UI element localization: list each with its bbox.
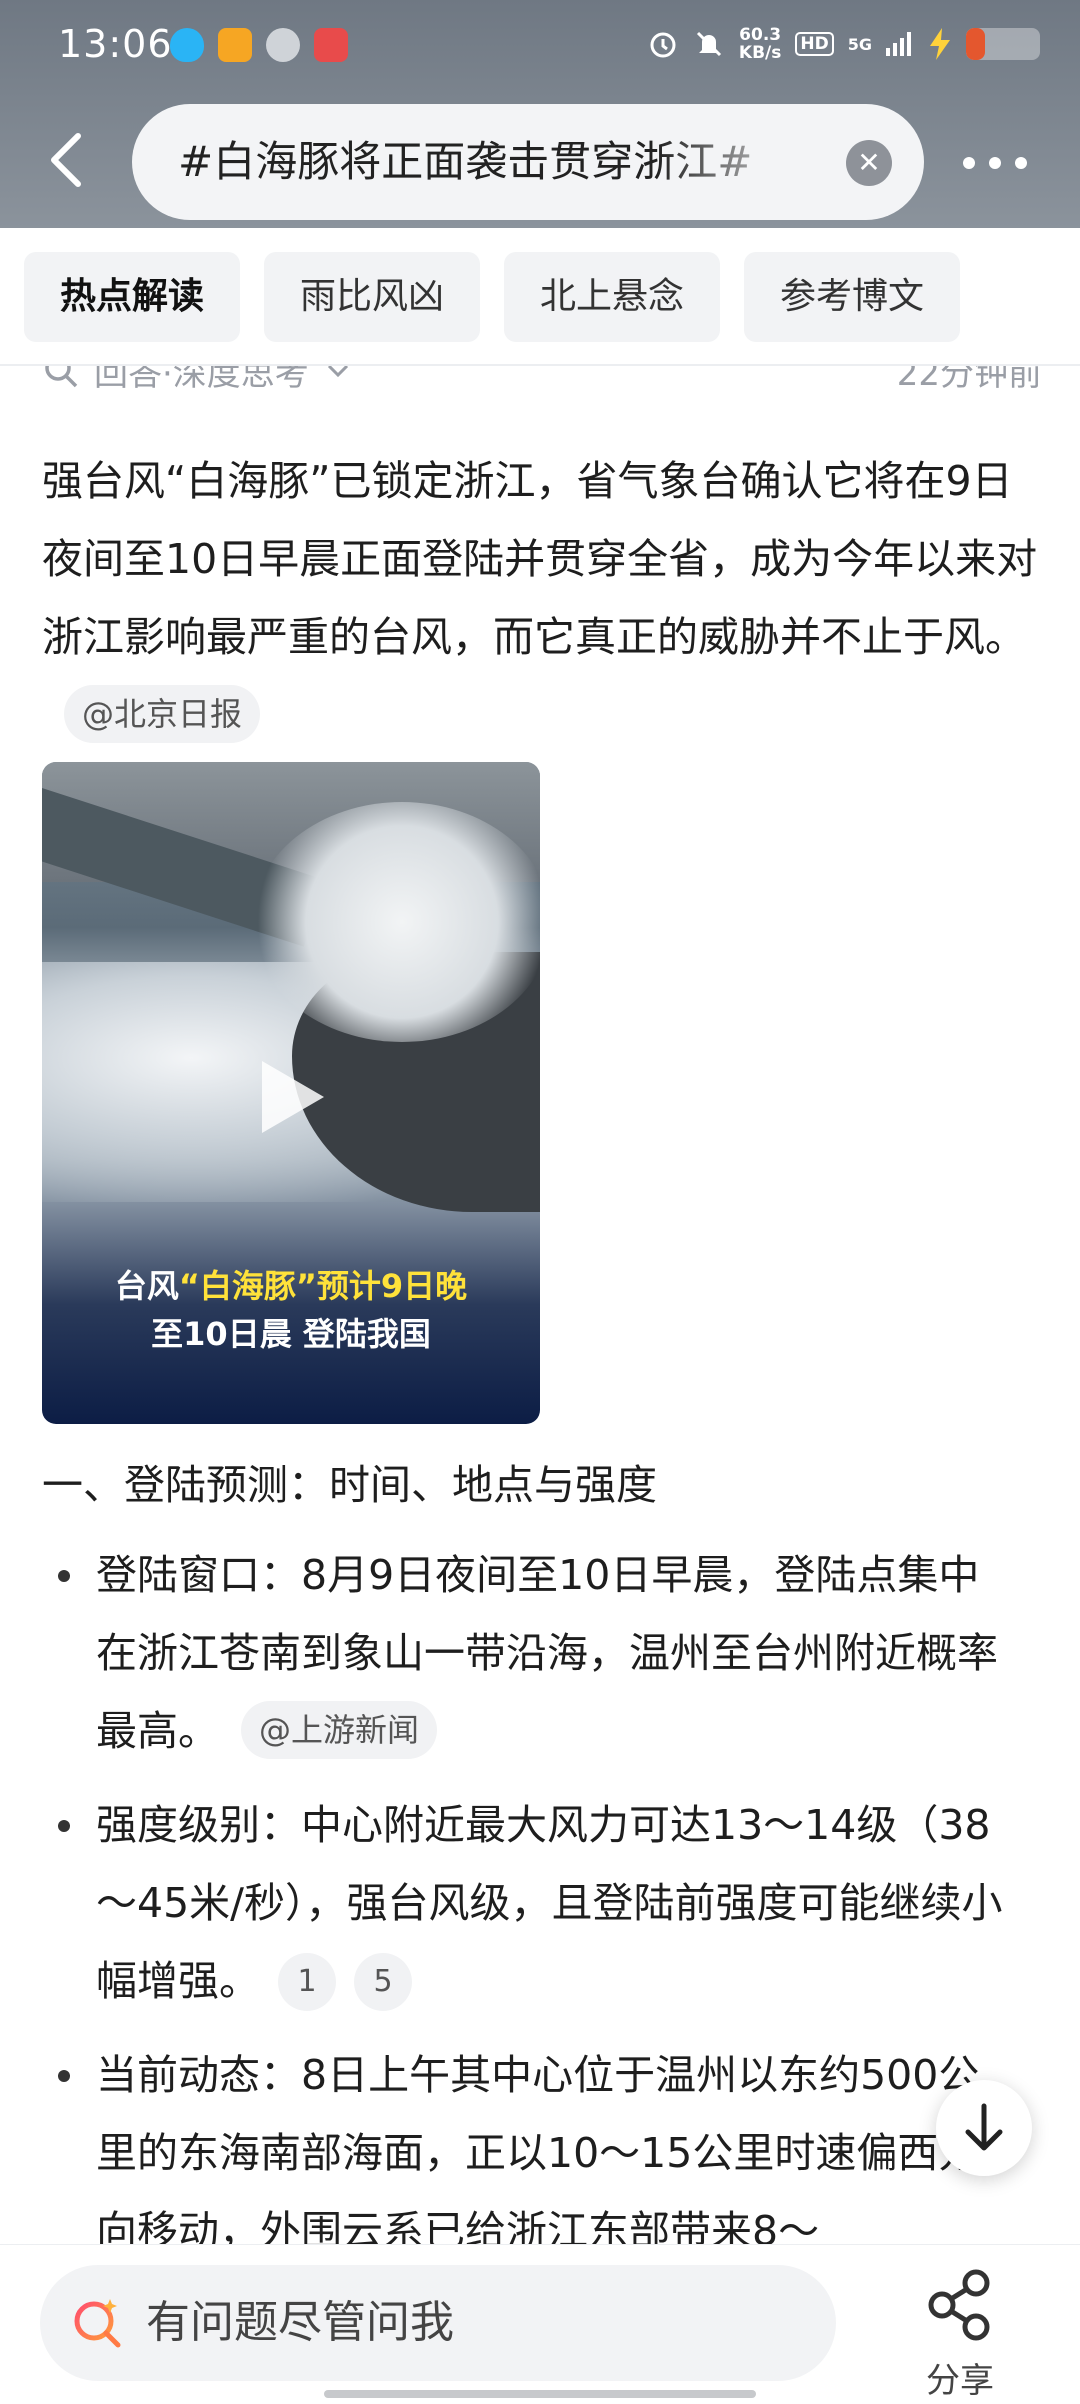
ask-input[interactable]: 有问题尽管问我 (40, 2265, 836, 2381)
network-type: 5G (847, 34, 872, 54)
ask-placeholder: 有问题尽管问我 (146, 2297, 454, 2348)
source-chip[interactable]: @北京日报 (64, 685, 261, 743)
share-label: 分享 (926, 2361, 994, 2401)
wechat-notification-icon (266, 28, 300, 62)
video-thumbnail[interactable]: 台风“白海豚”预计9日晚 至10日晨 登陆我国 (42, 762, 540, 1424)
bullet-text: 登陆窗口：8月9日夜间至10日早晨，登陆点集中在浙江苍南到象山一带沿海，温州至台… (96, 1551, 998, 1755)
qq-notification-icon (170, 28, 204, 62)
arrow-down-icon (965, 2103, 1003, 2151)
search-query[interactable]: #白海豚将正面袭击贯穿浙江# (178, 132, 818, 192)
video-caption-prefix: 台风 (114, 1267, 179, 1305)
status-time: 13:06 (58, 22, 173, 66)
reference-chip[interactable]: 1 (278, 1953, 336, 2011)
tab-hot-interpretation[interactable]: 热点解读 (24, 252, 240, 342)
list-item-text: 登陆窗口：8月9日夜间至10日早晨，登陆点集中在浙江苍南到象山一带沿海，温州至台… (96, 1536, 1018, 1770)
play-icon[interactable] (256, 1057, 328, 1137)
battery-icon (966, 28, 1040, 60)
search-box[interactable]: #白海豚将正面袭击贯穿浙江# ✕ (132, 104, 924, 220)
bullet-dot (58, 2070, 70, 2082)
tab-reference-posts[interactable]: 参考博文 (744, 252, 960, 342)
section-title: 一、登陆预测：时间、地点与强度 (42, 1461, 657, 1509)
intro-paragraph: 强台风“白海豚”已锁定浙江，省气象台确认它将在9日夜间至10日早晨正面登陆并贯穿… (42, 442, 1042, 754)
signal-icon (886, 32, 911, 56)
alarm-icon (650, 32, 676, 58)
reference-chip[interactable]: 5 (354, 1953, 412, 2011)
list-item: 当前动态：8日上午其中心位于温州以东约500公里的东海南部海面，正以10～15公… (58, 2036, 1018, 2244)
hd-badge: HD (795, 32, 834, 56)
video-caption-highlight: “白海豚”预计9日晚 (178, 1267, 468, 1305)
search-icon (45, 366, 78, 387)
chevron-down-icon (327, 366, 348, 377)
share-button[interactable]: 分享 (900, 2265, 1020, 2401)
video-scene (252, 802, 540, 1042)
bottom-bar: 有问题尽管问我 分享 (0, 2244, 1080, 2404)
answer-source-label: 回答·深度思考 (94, 366, 309, 394)
tab-rain-vs-wind[interactable]: 雨比风凶 (264, 252, 480, 342)
notification-icons (170, 28, 348, 62)
battery-level (966, 28, 985, 60)
answer-time: 22分钟前 (896, 366, 1042, 394)
bullet-text: 强度级别：中心附近最大风力可达13～14级（38～45米/秒），强台风级，且登陆… (96, 1801, 1003, 2005)
list-item-text: 强度级别：中心附近最大风力可达13～14级（38～45米/秒），强台风级，且登陆… (96, 1786, 1018, 2020)
status-right: 60.3 KB/s HD 5G (647, 26, 1040, 62)
answer-content: 回答·深度思考 22分钟前 强台风“白海豚”已锁定浙江，省气象台确认它将在9日夜… (0, 366, 1080, 2244)
source-chip[interactable]: @上游新闻 (241, 1701, 438, 1759)
bullet-dot (58, 1570, 70, 1582)
more-icon[interactable] (940, 138, 1050, 188)
home-indicator[interactable] (324, 2390, 756, 2398)
net-speed-value: 60.3 (739, 25, 782, 45)
video-caption-line2: 至10日晨 登陆我国 (151, 1315, 431, 1353)
app-notification-icon (314, 28, 348, 62)
video-caption: 台风“白海豚”预计9日晚 至10日晨 登陆我国 (42, 1262, 540, 1358)
charging-icon (930, 28, 950, 60)
net-speed-unit: KB/s (738, 43, 782, 63)
mute-icon (696, 31, 721, 57)
topic-tabs: 热点解读 雨比风凶 北上悬念 参考博文 (0, 228, 1080, 366)
tab-northward-suspense[interactable]: 北上悬念 (504, 252, 720, 342)
share-icon (928, 2269, 990, 2341)
clear-icon[interactable]: ✕ (846, 140, 892, 186)
status-bar: 13:06 60.3 KB/s HD 5G (0, 0, 1080, 96)
search-row: #白海豚将正面袭击贯穿浙江# ✕ (0, 104, 1080, 220)
list-item-text: 当前动态：8日上午其中心位于温州以东约500公里的东海南部海面，正以10～15公… (96, 2036, 1018, 2244)
list-item: 登陆窗口：8月9日夜间至10日早晨，登陆点集中在浙江苍南到象山一带沿海，温州至台… (58, 1536, 1018, 1770)
answer-source[interactable]: 回答·深度思考 (42, 366, 353, 395)
top-header: 13:06 60.3 KB/s HD 5G #白海豚将正面袭击贯穿浙江# ✕ (0, 0, 1080, 228)
answer-meta: 回答·深度思考 22分钟前 (42, 366, 1042, 406)
net-speed: 60.3 KB/s (739, 26, 781, 62)
bullet-text: 当前动态：8日上午其中心位于温州以东约500公里的东海南部海面，正以10～15公… (96, 2051, 980, 2244)
back-icon[interactable] (38, 128, 102, 192)
ai-search-icon (74, 2299, 121, 2348)
scroll-down-button[interactable] (936, 2080, 1032, 2176)
list-item: 强度级别：中心附近最大风力可达13～14级（38～45米/秒），强台风级，且登陆… (58, 1786, 1018, 2020)
intro-text: 强台风“白海豚”已锁定浙江，省气象台确认它将在9日夜间至10日早晨正面登陆并贯穿… (42, 457, 1038, 661)
bullet-dot (58, 1820, 70, 1832)
weibo-notification-icon (218, 28, 252, 62)
